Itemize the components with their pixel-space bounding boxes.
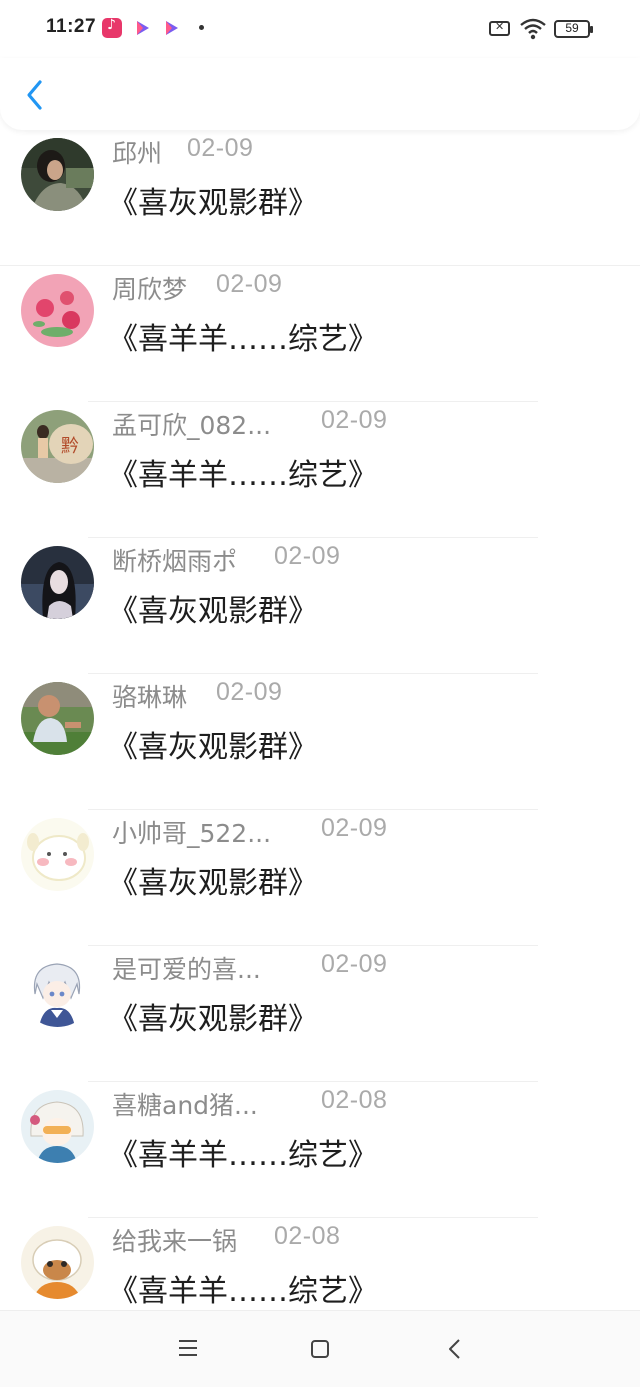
list-item[interactable]: 邱州 02-09 《喜灰观影群》 [0,130,640,266]
video-app-notification-icon [161,18,181,38]
message-date: 02-09 [216,270,283,298]
group-title: 《喜羊羊……综艺》 [108,1274,378,1309]
message-date: 02-09 [216,678,283,706]
group-title: 《喜灰观影群》 [108,594,318,629]
avatar [21,1090,94,1163]
list-item[interactable]: 断桥烟雨ポ 02-09 《喜灰观影群》 [0,538,640,674]
wifi-icon [520,18,546,40]
message-date: 02-09 [187,134,254,162]
list-item[interactable]: 黔 孟可欣_082... 02-09 《喜羊羊……综艺》 [0,402,640,538]
group-title: 《喜灰观影群》 [108,866,318,901]
sender-meta: 喜糖and猪... 02-08 [112,1086,387,1120]
no-sim-icon [489,20,510,36]
video-app-notification-icon [132,18,152,38]
tiktok-notification-icon [102,17,122,38]
list-item[interactable]: 骆琳琳 02-09 《喜灰观影群》 [0,674,640,810]
battery-level: 59 [565,21,579,35]
sender-name: 骆琳琳 [112,683,188,712]
message-date: 02-08 [274,1222,341,1250]
message-list[interactable]: 邱州 02-09 《喜灰观影群》 周欣梦 02-09 《喜羊羊……综艺》 黔 孟… [0,130,640,1310]
battery-icon: 59 [554,20,593,38]
avatar: 黔 [21,410,94,483]
sender-name: 小帅哥_522... [112,819,272,848]
group-title: 《喜灰观影群》 [108,730,318,765]
list-item[interactable]: 喜糖and猪... 02-08 《喜羊羊……综艺》 [0,1082,640,1218]
avatar [21,274,94,347]
header-bar [0,58,640,130]
sender-name: 是可爱的喜... [112,955,261,984]
sender-meta: 邱州 02-09 [112,134,253,168]
list-item[interactable]: 小帅哥_522... 02-09 《喜灰观影群》 [0,810,640,946]
sender-name: 周欣梦 [112,275,188,304]
sender-name: 断桥烟雨ポ [112,547,238,576]
list-item[interactable]: 周欣梦 02-09 《喜羊羊……综艺》 [0,266,640,402]
status-time: 11:27 [46,16,97,37]
status-bar: 11:27 59 [0,0,640,58]
sender-name: 邱州 [112,139,163,168]
list-item[interactable]: 是可爱的喜... 02-09 《喜灰观影群》 [0,946,640,1082]
sender-meta: 断桥烟雨ポ 02-09 [112,542,340,576]
group-title: 《喜羊羊……综艺》 [108,458,378,493]
svg-text:黔: 黔 [61,436,79,457]
sender-meta: 孟可欣_082... 02-09 [112,406,387,440]
sender-meta: 小帅哥_522... 02-09 [112,814,387,848]
sender-name: 给我来一锅 [112,1227,238,1256]
message-date: 02-09 [321,950,388,978]
sender-name: 孟可欣_082... [112,411,272,440]
home-square-icon[interactable] [311,1340,329,1358]
sender-meta: 骆琳琳 02-09 [112,678,282,712]
message-date: 02-09 [274,542,341,570]
sender-meta: 给我来一锅 02-08 [112,1222,340,1256]
message-date: 02-09 [321,814,388,842]
avatar [21,138,94,211]
chevron-left-icon[interactable] [18,74,52,114]
sender-meta: 是可爱的喜... 02-09 [112,950,387,984]
back-triangle-icon[interactable] [446,1337,464,1361]
group-title: 《喜灰观影群》 [108,1002,318,1037]
avatar [21,546,94,619]
more-notifications-dot [199,25,204,30]
menu-icon[interactable] [176,1338,200,1358]
avatar [21,1226,94,1299]
sender-meta: 周欣梦 02-09 [112,270,282,304]
message-date: 02-08 [321,1086,388,1114]
avatar [21,682,94,755]
message-date: 02-09 [321,406,388,434]
sender-name: 喜糖and猪... [112,1091,258,1120]
group-title: 《喜羊羊……综艺》 [108,1138,378,1173]
group-title: 《喜羊羊……综艺》 [108,322,378,357]
avatar [21,954,94,1027]
group-title: 《喜灰观影群》 [108,186,318,221]
list-item[interactable]: 给我来一锅 02-08 《喜羊羊……综艺》 [0,1218,640,1310]
avatar [21,818,94,891]
system-navigation-bar [0,1310,640,1387]
